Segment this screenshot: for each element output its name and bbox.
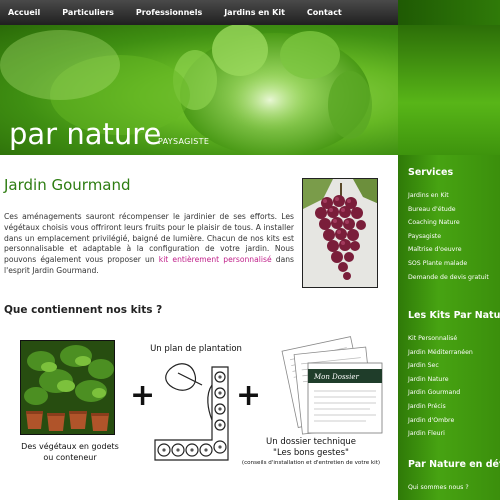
sidebar-banner-fill	[398, 25, 500, 155]
header-banner: par nature PAYSAGISTE	[0, 25, 398, 155]
sidebar-item-jardins-en-kit[interactable]: Jardins en Kit	[408, 189, 489, 203]
sidebar-item-qui-sommes-nous[interactable]: Qui sommes nous ?	[408, 481, 469, 495]
right-sidebar: Services Jardins en Kit Bureau d'étude C…	[398, 0, 500, 500]
nav-accueil[interactable]: Accueil	[8, 8, 40, 17]
sidebar-item-sos-plante-malade[interactable]: SOS Plante malade	[408, 257, 489, 271]
nav-contact[interactable]: Contact	[307, 8, 342, 17]
page-title: Jardin Gourmand	[4, 176, 131, 194]
detail-list: Qui sommes nous ?	[408, 481, 469, 495]
sidebar-item-kit-personnalise[interactable]: Kit Personnalisé	[408, 332, 473, 346]
brand-tagline: PAYSAGISTE	[158, 137, 210, 146]
kits-sidebar-heading: Les Kits Par Nature	[408, 310, 500, 321]
sidebar-item-jardin-sec[interactable]: Jardin Sec	[408, 359, 473, 373]
sidebar-item-jardin-precis[interactable]: Jardin Précis	[408, 400, 473, 414]
plants-caption-line-1: Des végétaux en godets	[21, 442, 119, 451]
detail-heading: Par Nature en détail	[408, 459, 500, 470]
services-heading: Services	[408, 167, 454, 178]
plan-label: Un plan de plantation	[150, 344, 242, 354]
sidebar-item-jardin-mediterraneen[interactable]: Jardin Méditerranéen	[408, 346, 473, 360]
sidebar-top-strip	[398, 0, 500, 25]
plants-photo	[20, 340, 115, 435]
dossier-caption-line-2: "Les bons gestes"	[273, 448, 349, 458]
sidebar-item-paysagiste[interactable]: Paysagiste	[408, 230, 489, 244]
sidebar-item-jardin-dombre[interactable]: Jardin d'Ombre	[408, 414, 473, 428]
dossier-cover-title: Mon Dossier	[313, 373, 360, 381]
kits-heading: Que contiennent nos kits ?	[4, 304, 163, 316]
nav-particuliers[interactable]: Particuliers	[62, 8, 114, 17]
grape-photo	[302, 178, 378, 288]
dossier-caption-line-1: Un dossier technique	[266, 437, 356, 447]
nav-professionnels[interactable]: Professionnels	[136, 8, 202, 17]
sidebar-item-jardin-nature[interactable]: Jardin Nature	[408, 373, 473, 387]
sidebar-item-jardin-fleuri[interactable]: Jardin Fleuri	[408, 427, 473, 441]
nav-jardins-en-kit[interactable]: Jardins en Kit	[224, 8, 285, 17]
sidebar-item-bureau-detude[interactable]: Bureau d'étude	[408, 203, 489, 217]
custom-kit-link[interactable]: kit entièrement personnalisé	[159, 255, 272, 264]
services-list: Jardins en Kit Bureau d'étude Coaching N…	[408, 189, 489, 284]
sidebar-item-jardin-gourmand[interactable]: Jardin Gourmand	[408, 386, 473, 400]
plants-caption: Des végétaux en godets ou conteneur	[18, 441, 122, 463]
dossier-caption-line-3: (conseils d'installation et d'entretien …	[241, 460, 381, 466]
brand-logo[interactable]: par nature	[9, 117, 161, 151]
dossier-caption: Un dossier technique "Les bons gestes" (…	[236, 437, 386, 467]
plus-sign-2: +	[236, 378, 262, 413]
top-nav: Accueil Particuliers Professionnels Jard…	[0, 0, 398, 25]
sidebar-item-maitrise-doeuvre[interactable]: Maîtrise d'oeuvre	[408, 243, 489, 257]
kits-list: Kit Personnalisé Jardin Méditerranéen Ja…	[408, 332, 473, 441]
dossier-image: Mon Dossier	[270, 335, 385, 435]
intro-paragraph: Ces aménagements sauront récompenser le …	[4, 212, 294, 277]
sidebar-item-demande-de-devis[interactable]: Demande de devis gratuit	[408, 271, 489, 285]
plants-caption-line-2: ou conteneur	[43, 453, 97, 462]
sidebar-item-coaching-nature[interactable]: Coaching Nature	[408, 216, 489, 230]
